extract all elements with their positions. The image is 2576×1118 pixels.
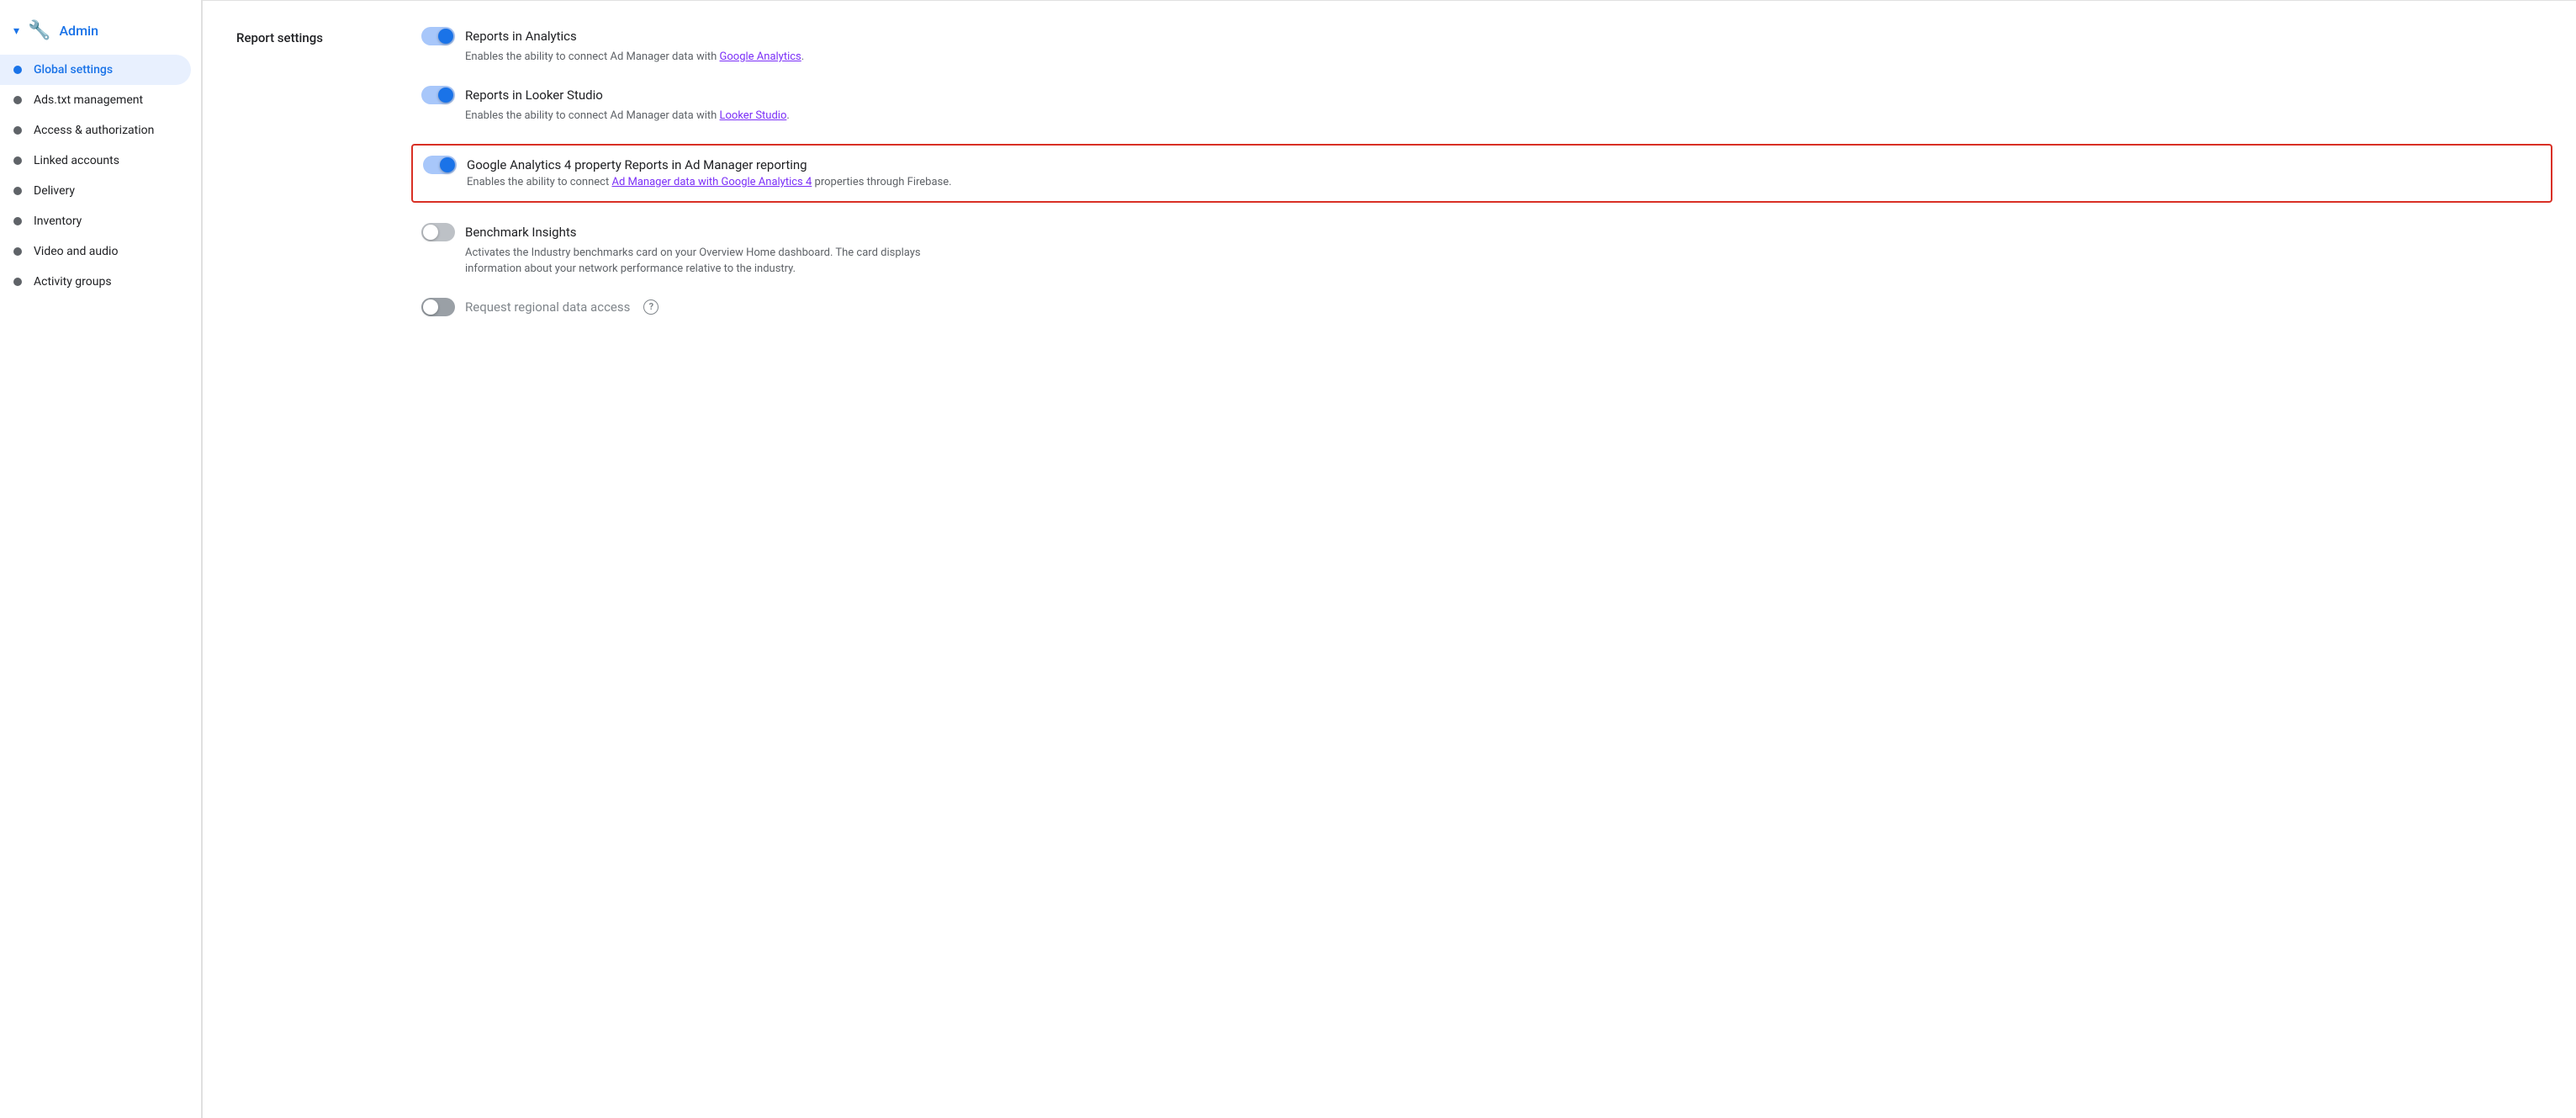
toggle-track-reports-looker[interactable] xyxy=(421,86,455,104)
sidebar-item-linked-accounts[interactable]: Linked accounts xyxy=(0,146,191,176)
setting-benchmark-insights: Benchmark Insights Activates the Industr… xyxy=(421,223,2542,278)
toggle-track-regional-data-access[interactable] xyxy=(421,298,455,316)
toggle-reports-analytics[interactable] xyxy=(421,27,455,45)
sidebar-item-inventory[interactable]: Inventory xyxy=(0,206,191,236)
setting-reports-analytics: Reports in Analytics Enables the ability… xyxy=(421,27,2542,66)
setting-desc-reports-analytics: Enables the ability to connect Ad Manage… xyxy=(465,49,970,66)
toggle-reports-looker[interactable] xyxy=(421,86,455,104)
sidebar-item-global-settings[interactable]: Global settings xyxy=(0,55,191,85)
help-icon-regional-data-access[interactable]: ? xyxy=(643,299,659,315)
sidebar-label-delivery: Delivery xyxy=(34,184,75,198)
sidebar-item-ads-txt[interactable]: Ads.txt management xyxy=(0,85,191,115)
highlighted-box: Google Analytics 4 property Reports in A… xyxy=(411,144,2552,203)
toggle-thumb-ga4-reports xyxy=(440,157,455,172)
main-content: Report settings Reports in Analytics Ena… xyxy=(203,0,2576,1118)
nav-dot-inventory xyxy=(13,217,22,225)
nav-dot-global-settings xyxy=(13,66,22,74)
sidebar-item-activity-groups[interactable]: Activity groups xyxy=(0,267,191,297)
setting-desc-benchmark-insights: Activates the Industry benchmarks card o… xyxy=(465,245,970,278)
setting-reports-looker: Reports in Looker Studio Enables the abi… xyxy=(421,86,2542,125)
settings-list: Reports in Analytics Enables the ability… xyxy=(421,27,2542,316)
setting-header-ga4-reports: Google Analytics 4 property Reports in A… xyxy=(423,156,2541,174)
nav-dot-delivery xyxy=(13,187,22,195)
sidebar-label-video-audio: Video and audio xyxy=(34,245,118,258)
setting-header-reports-looker: Reports in Looker Studio xyxy=(421,86,2542,104)
chevron-icon: ▾ xyxy=(13,24,19,38)
toggle-thumb-reports-looker xyxy=(438,87,453,103)
sidebar-item-video-audio[interactable]: Video and audio xyxy=(0,236,191,267)
sidebar-label-ads-txt: Ads.txt management xyxy=(34,93,143,107)
toggle-track-ga4-reports[interactable] xyxy=(423,156,457,174)
setting-regional-data-access: Request regional data access ? xyxy=(421,298,2542,316)
toggle-benchmark-insights[interactable] xyxy=(421,223,455,241)
admin-label: Admin xyxy=(59,23,98,39)
setting-header-benchmark-insights: Benchmark Insights xyxy=(421,223,2542,241)
setting-desc-ga4-reports: Enables the ability to connect Ad Manage… xyxy=(467,174,971,191)
toggle-ga4-reports[interactable] xyxy=(423,156,457,174)
sidebar-label-access-authorization: Access & authorization xyxy=(34,124,154,137)
toggle-track-benchmark-insights[interactable] xyxy=(421,223,455,241)
ga4-link[interactable]: Ad Manager data with Google Analytics 4 xyxy=(611,176,812,188)
toggle-thumb-regional-data-access xyxy=(423,299,438,315)
setting-title-reports-analytics: Reports in Analytics xyxy=(465,29,577,44)
toggle-track-reports-analytics[interactable] xyxy=(421,27,455,45)
setting-title-ga4-reports: Google Analytics 4 property Reports in A… xyxy=(467,157,807,172)
setting-header-regional-data-access: Request regional data access ? xyxy=(421,298,2542,316)
admin-header[interactable]: ▾ 🔧 Admin xyxy=(0,13,201,55)
nav-dot-ads-txt xyxy=(13,96,22,104)
section-title: Report settings xyxy=(236,27,388,316)
sidebar-label-global-settings: Global settings xyxy=(34,63,113,77)
admin-icon: 🔧 xyxy=(28,20,50,41)
sidebar-label-linked-accounts: Linked accounts xyxy=(34,154,119,167)
setting-title-benchmark-insights: Benchmark Insights xyxy=(465,225,577,240)
sidebar-nav: Global settings Ads.txt management Acces… xyxy=(0,55,201,297)
nav-dot-access-authorization xyxy=(13,126,22,135)
nav-dot-video-audio xyxy=(13,247,22,256)
toggle-regional-data-access[interactable] xyxy=(421,298,455,316)
setting-header-reports-analytics: Reports in Analytics xyxy=(421,27,2542,45)
looker-studio-link[interactable]: Looker Studio xyxy=(720,109,787,122)
nav-dot-activity-groups xyxy=(13,278,22,286)
setting-title-regional-data-access: Request regional data access xyxy=(465,299,630,315)
sidebar-item-access-authorization[interactable]: Access & authorization xyxy=(0,115,191,146)
nav-dot-linked-accounts xyxy=(13,156,22,165)
toggle-thumb-benchmark-insights xyxy=(423,225,438,240)
sidebar: ▾ 🔧 Admin Global settings Ads.txt manage… xyxy=(0,0,202,1118)
report-settings-section: Report settings Reports in Analytics Ena… xyxy=(236,27,2542,316)
toggle-thumb-reports-analytics xyxy=(438,29,453,44)
top-border xyxy=(203,0,2576,1)
setting-title-reports-looker: Reports in Looker Studio xyxy=(465,87,603,103)
setting-desc-reports-looker: Enables the ability to connect Ad Manage… xyxy=(465,108,970,125)
sidebar-label-inventory: Inventory xyxy=(34,215,82,228)
sidebar-item-delivery[interactable]: Delivery xyxy=(0,176,191,206)
setting-ga4-reports: Google Analytics 4 property Reports in A… xyxy=(421,144,2542,203)
sidebar-label-activity-groups: Activity groups xyxy=(34,275,112,289)
google-analytics-link[interactable]: Google Analytics xyxy=(720,50,801,63)
